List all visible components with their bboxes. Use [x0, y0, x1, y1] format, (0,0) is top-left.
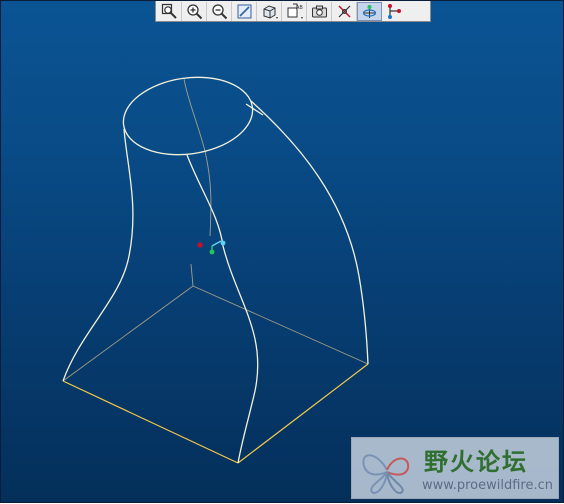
- hidden-edges: [62, 78, 369, 382]
- view-toolbar: AB: [155, 1, 431, 22]
- annotation-button[interactable]: [382, 2, 407, 21]
- repaint-button[interactable]: [232, 1, 257, 21]
- display-style-button[interactable]: [257, 1, 282, 21]
- annotation-icon: [388, 3, 401, 19]
- saved-views-icon: AB: [287, 3, 303, 19]
- surface-edges: [62, 76, 369, 464]
- watermark-url: www.proewildfire.cn: [422, 478, 553, 493]
- zoom-in-button[interactable]: [182, 1, 207, 21]
- watermark-title: 野火论坛: [424, 448, 528, 476]
- svg-text:AB: AB: [296, 5, 303, 11]
- datum-display-icon: [337, 4, 351, 18]
- base-selected-edges: [62, 363, 369, 464]
- axis-z-point: [220, 240, 226, 246]
- display-style-icon: [263, 4, 278, 19]
- saved-views-button[interactable]: AB: [282, 1, 307, 21]
- zoom-window-button[interactable]: [157, 1, 182, 21]
- forum-watermark: 野火论坛 www.proewildfire.cn: [351, 437, 559, 499]
- camera-icon: [311, 5, 327, 17]
- coordinate-triad: [197, 240, 226, 255]
- spin-center-icon: [362, 4, 377, 18]
- zoom-in-icon: [186, 3, 202, 19]
- datum-display-button[interactable]: [332, 1, 357, 21]
- repaint-icon: [237, 4, 251, 18]
- wireframe-model[interactable]: [1, 1, 564, 504]
- camera-button[interactable]: [307, 1, 332, 21]
- spin-center-button[interactable]: [357, 1, 382, 21]
- axis-x-point: [197, 242, 203, 248]
- zoom-out-button[interactable]: [207, 1, 232, 21]
- graphics-viewport[interactable]: AB 野火论坛 www.proewildfire.cn: [0, 0, 564, 503]
- butterfly-logo-icon: [362, 454, 410, 494]
- zoom-out-icon: [211, 3, 227, 19]
- axis-y-point: [209, 249, 215, 255]
- zoom-window-icon: [161, 3, 177, 19]
